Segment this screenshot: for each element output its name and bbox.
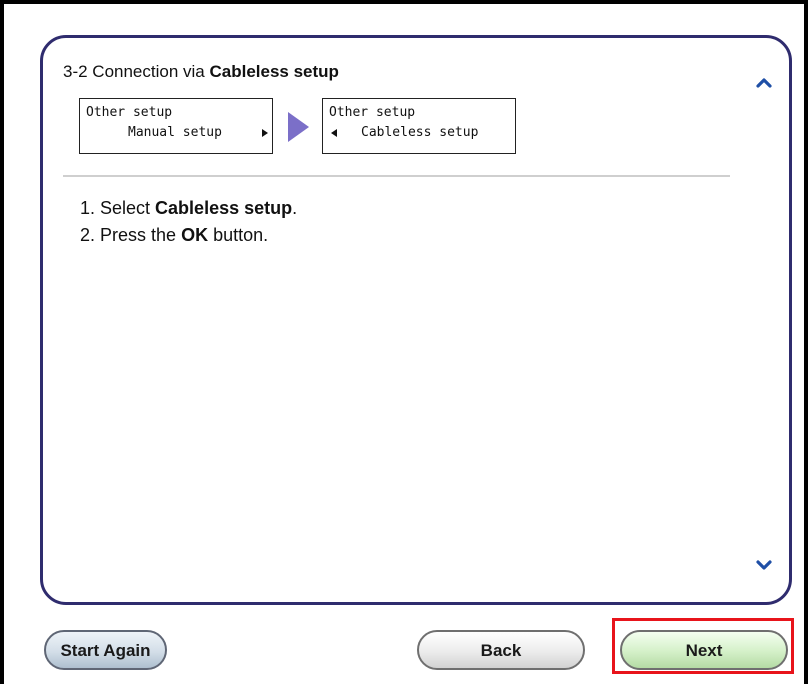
title-prefix: 3-2 Connection via — [63, 62, 210, 81]
step-suffix: button. — [208, 225, 269, 245]
lcd-line1: Other setup — [86, 105, 173, 120]
steps-list: 1. Select Cableless setup. 2. Press the … — [80, 195, 297, 249]
step-bold: OK — [181, 225, 209, 245]
lcd-screen-after: Other setup Cableless setup — [322, 98, 516, 154]
step-text: 2. Press the — [80, 225, 182, 245]
step-suffix: . — [292, 198, 298, 218]
triangle-right-icon — [288, 112, 309, 142]
lcd-line1: Other setup — [329, 105, 416, 120]
highlight-box — [612, 618, 794, 674]
divider — [63, 175, 730, 177]
step-bold: Cableless setup — [155, 198, 293, 218]
chevron-up-icon — [756, 78, 772, 88]
scroll-down-button[interactable] — [754, 555, 774, 575]
lcd-left-arrow-icon — [331, 129, 337, 137]
title-bold: Cableless setup — [209, 62, 339, 81]
page-title: 3-2 Connection via Cableless setup — [63, 62, 339, 82]
step-item: 1. Select Cableless setup. — [80, 195, 297, 222]
scroll-up-button[interactable] — [754, 73, 774, 93]
step-text: 1. Select — [80, 198, 156, 218]
lcd-line2: Manual setup — [128, 125, 222, 140]
lcd-line2: Cableless setup — [361, 125, 479, 140]
chevron-down-icon — [756, 560, 772, 570]
start-again-button[interactable]: Start Again — [44, 630, 167, 670]
step-item: 2. Press the OK button. — [80, 222, 297, 249]
back-button[interactable]: Back — [417, 630, 585, 670]
lcd-right-arrow-icon — [262, 129, 268, 137]
lcd-screen-before: Other setup Manual setup — [79, 98, 273, 154]
